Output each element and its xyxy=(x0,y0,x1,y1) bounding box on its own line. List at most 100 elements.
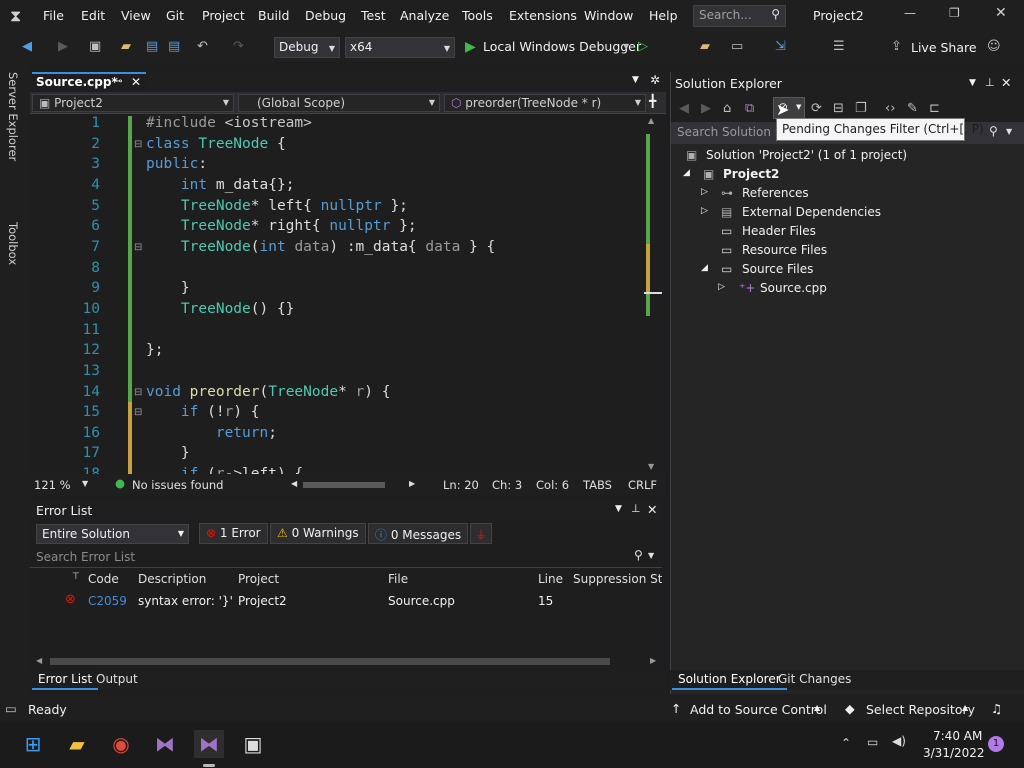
menu-test[interactable]: Test xyxy=(361,8,386,23)
scroll-up-icon[interactable]: ▲ xyxy=(648,116,654,125)
errors-filter-button[interactable]: ⊗ 1 Error xyxy=(199,523,268,544)
preview-icon[interactable]: ⊏ xyxy=(929,100,940,118)
tree-source-cpp[interactable]: Source.cpp xyxy=(760,281,827,295)
column-header-file[interactable]: File xyxy=(388,572,408,586)
vertical-scrollbar[interactable]: ▲ ▼ xyxy=(644,114,662,474)
column-header-suppression[interactable]: Suppression State xyxy=(573,572,662,586)
terminal-icon[interactable]: ▣ xyxy=(238,730,268,758)
menu-view[interactable]: View xyxy=(121,8,151,23)
search-icon[interactable]: ⚲ xyxy=(634,548,643,562)
tabs-indicator[interactable]: TABS xyxy=(583,478,612,492)
window-options-icon[interactable]: ▼ xyxy=(969,78,976,88)
tab-list-dropdown-icon[interactable]: ▼ xyxy=(632,75,639,85)
scroll-right-icon[interactable]: ▶ xyxy=(650,656,656,665)
forward-icon[interactable]: ▶ xyxy=(701,100,711,118)
collapsed-arrow-icon[interactable]: ▷ xyxy=(718,282,725,292)
line-indicator[interactable]: Ln: 20 xyxy=(443,478,479,492)
scroll-left-icon[interactable]: ◀ xyxy=(291,479,297,488)
column-header-project[interactable]: Project xyxy=(238,572,279,586)
close-panel-icon[interactable]: ✕ xyxy=(1001,75,1011,90)
menu-debug[interactable]: Debug xyxy=(305,8,346,23)
menu-project[interactable]: Project xyxy=(202,8,245,23)
messages-filter-button[interactable]: ⓘ 0 Messages xyxy=(368,523,469,544)
config-select[interactable]: Debug ▼ xyxy=(274,37,340,58)
tree-project[interactable]: Project2 xyxy=(723,167,779,181)
window-options-icon[interactable]: ▼ xyxy=(615,504,622,514)
close-window-icon[interactable]: ✕ xyxy=(995,5,1007,21)
zoom-level[interactable]: 121 % xyxy=(34,478,71,492)
member-nav-select[interactable]: ⬡ preorder(TreeNode * r) ▼ xyxy=(444,94,646,112)
collapse-icon[interactable]: ⊟ xyxy=(134,407,142,418)
error-code-link[interactable]: C2059 xyxy=(88,594,127,608)
horizontal-scroll-thumb[interactable] xyxy=(50,658,610,665)
back-icon[interactable]: ◀ xyxy=(22,38,32,56)
column-header-line[interactable]: Line xyxy=(538,572,563,586)
save-all-icon[interactable]: ▤ xyxy=(168,38,180,56)
scope-nav-select[interactable]: (Global Scope) ▼ xyxy=(238,94,440,112)
search-box[interactable]: Search... ⚲ xyxy=(693,5,786,27)
settings-gear-icon[interactable]: ✲ xyxy=(650,73,660,87)
notifications-bell-icon[interactable]: ♫ xyxy=(991,701,1002,716)
tab-server-explorer[interactable]: Server Explorer xyxy=(6,72,20,161)
column-header-code[interactable]: Code xyxy=(88,572,119,586)
clock-date[interactable]: 3/31/2022 xyxy=(923,746,985,760)
menu-file[interactable]: File xyxy=(43,8,64,23)
warnings-filter-button[interactable]: ⚠ 0 Warnings xyxy=(270,523,366,544)
search-options-icon[interactable]: ▼ xyxy=(648,551,654,560)
visual-studio-code-icon[interactable]: ⧓ xyxy=(150,730,180,758)
network-icon[interactable]: ▭ xyxy=(867,735,878,749)
scroll-right-icon[interactable]: ▶ xyxy=(409,479,415,488)
layout-icon[interactable]: ▭ xyxy=(731,38,743,56)
eol-indicator[interactable]: CRLF xyxy=(628,478,657,492)
menu-git[interactable]: Git xyxy=(166,8,184,23)
tree-external-dependencies[interactable]: External Dependencies xyxy=(742,205,881,219)
comment-icon[interactable]: ☰ xyxy=(833,38,845,56)
close-tab-icon[interactable]: ✕ xyxy=(131,75,141,89)
tree-solution[interactable]: Solution 'Project2' (1 of 1 project) xyxy=(706,148,907,162)
run-icon[interactable]: ▶ xyxy=(465,38,476,56)
platform-select[interactable]: x64 ▼ xyxy=(345,37,455,58)
tree-source-files[interactable]: Source Files xyxy=(742,262,813,276)
collapse-all-icon[interactable]: ⊟ xyxy=(833,100,844,118)
add-to-source-control-button[interactable]: Add to Source Control xyxy=(690,702,827,717)
tab-output[interactable]: Output xyxy=(90,670,144,690)
restore-icon[interactable]: ❐ xyxy=(949,6,960,20)
expand-arrow-icon[interactable]: ◢ xyxy=(701,263,708,273)
error-list-hscroll[interactable]: ◀ ▶ xyxy=(30,654,662,668)
step-icon[interactable]: ⇲ xyxy=(775,38,786,56)
pin-icon[interactable]: ⊥ xyxy=(631,502,641,515)
minimize-icon[interactable]: — xyxy=(904,6,916,20)
home-icon[interactable]: ⌂ xyxy=(723,100,731,118)
build-filter-button[interactable]: ⏚ xyxy=(470,523,492,544)
code-editor[interactable]: 1 2 3 4 5 6 7 8 9 10 11 12 13 14 15 16 1… xyxy=(30,114,662,474)
open-folder-icon[interactable]: ▰ xyxy=(121,38,131,56)
menu-analyze[interactable]: Analyze xyxy=(400,8,449,23)
run-dropdown-icon[interactable]: ▼ xyxy=(623,38,629,56)
run-without-debug-icon[interactable]: ▷ xyxy=(638,38,648,56)
volume-icon[interactable]: ◀) xyxy=(892,734,906,748)
collapsed-arrow-icon[interactable]: ▷ xyxy=(701,206,708,216)
live-share-button[interactable]: Live Share xyxy=(911,40,977,55)
tab-solution-explorer[interactable]: Solution Explorer xyxy=(672,670,787,690)
vs-logo-icon[interactable]: ⧗ xyxy=(10,6,21,26)
live-share-icon[interactable]: ⇪ xyxy=(891,38,902,56)
scroll-down-icon[interactable]: ▼ xyxy=(648,462,654,471)
tray-chevron-up-icon[interactable]: ⌃ xyxy=(841,736,851,750)
switch-views-icon[interactable]: ⧉ xyxy=(745,100,754,118)
select-repository-button[interactable]: Select Repository xyxy=(866,702,975,717)
visual-studio-icon[interactable]: ⧓ xyxy=(194,730,224,758)
redo-icon[interactable]: ↷ xyxy=(233,38,244,56)
pin-icon[interactable]: ⊸ xyxy=(114,76,122,87)
tab-error-list[interactable]: Error List xyxy=(32,670,99,690)
menu-extensions[interactable]: Extensions xyxy=(509,8,577,23)
show-all-files-icon[interactable]: ❐ xyxy=(855,100,867,118)
char-indicator[interactable]: Ch: 3 xyxy=(492,478,522,492)
tab-git-changes[interactable]: Git Changes xyxy=(772,670,857,690)
run-debugger-button[interactable]: Local Windows Debugger xyxy=(483,39,641,54)
forward-icon[interactable]: ▶ xyxy=(58,38,68,56)
split-editor-icon[interactable]: ╋ xyxy=(649,94,656,108)
undo-icon[interactable]: ↶ xyxy=(197,38,208,56)
project-nav-select[interactable]: ▣ Project2 ▼ xyxy=(32,94,234,112)
collapsed-arrow-icon[interactable]: ▷ xyxy=(701,187,708,197)
expand-arrow-icon[interactable]: ◢ xyxy=(683,168,690,178)
